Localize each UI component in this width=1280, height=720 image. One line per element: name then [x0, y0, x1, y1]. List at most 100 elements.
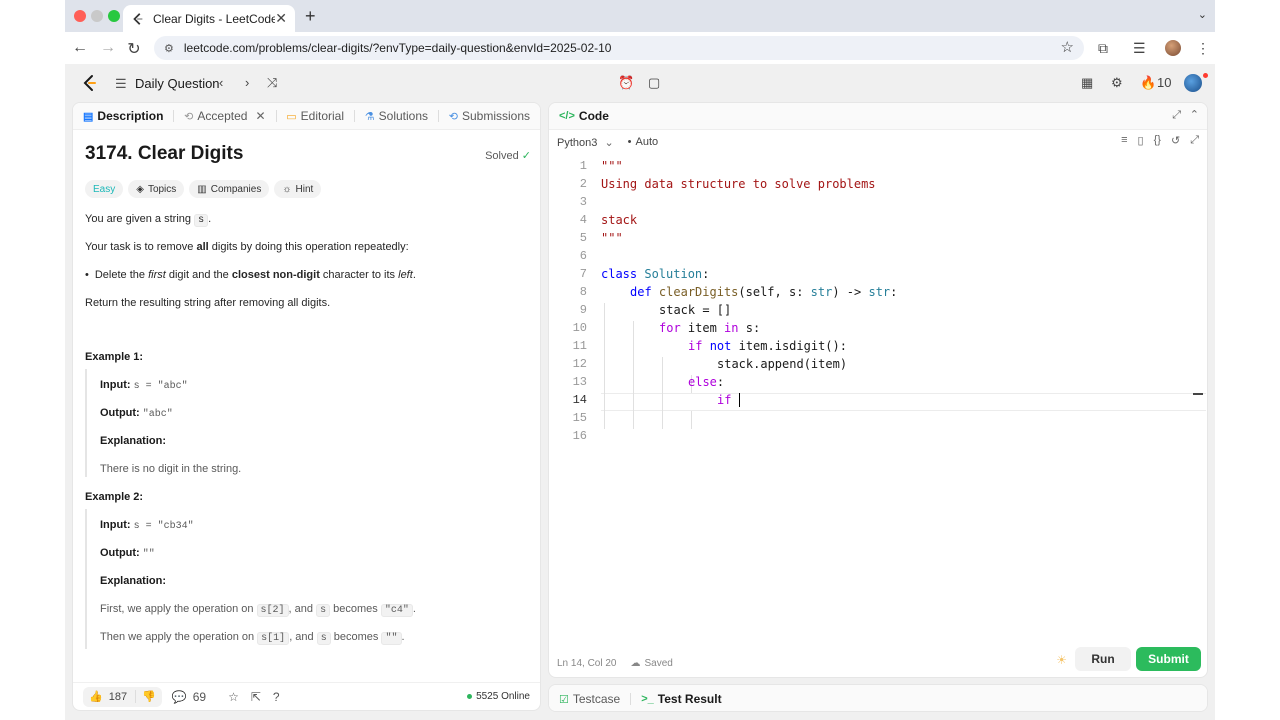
line-number: 11 [572, 339, 587, 353]
example1-input: Input: s = "abc" [100, 379, 188, 392]
forward-icon[interactable]: → [99, 39, 117, 57]
type-token: str [810, 285, 833, 299]
user-avatar[interactable] [1184, 74, 1202, 92]
output-label: Output: [100, 547, 140, 559]
bookmark-icon[interactable]: ▯ [1138, 134, 1144, 147]
settings-gear-icon[interactable]: ⚙ [1111, 75, 1123, 91]
layout-icon[interactable]: ▦ [1081, 75, 1093, 91]
test-tabs: ☑ Testcase >_ Test Result [549, 685, 1207, 711]
vote-group: 👍 187 👎 [83, 686, 162, 707]
description-icon: ▤ [83, 110, 94, 123]
reset-icon[interactable]: ↺ [1171, 134, 1180, 147]
help-icon[interactable]: ? [273, 690, 280, 704]
language-selector[interactable]: Python3 ⌄ [557, 136, 614, 149]
tab-test-result[interactable]: >_ Test Result [641, 692, 721, 706]
thumbs-up-icon[interactable]: 👍 [89, 690, 103, 703]
line-number: 12 [572, 357, 587, 371]
text-token: item [680, 321, 725, 335]
hint-label: Hint [295, 183, 314, 195]
media-controls-icon[interactable]: ☰ [1133, 40, 1146, 57]
maximize-icon[interactable]: ⤢ [1172, 109, 1181, 122]
close-window-button[interactable] [74, 10, 86, 22]
favorite-star-icon[interactable]: ☆ [228, 690, 239, 704]
tab-code-label: Code [578, 109, 609, 123]
code-line-1: """ [601, 159, 623, 173]
prev-question-icon[interactable]: ‹ [219, 75, 223, 90]
lightbulb-icon: ☼ [282, 183, 292, 195]
tab-search-icon[interactable]: ⌄ [1198, 8, 1207, 21]
submit-button[interactable]: Submit [1136, 647, 1201, 671]
site-info-icon[interactable]: ⚙ [164, 42, 174, 55]
tab-divider [173, 110, 175, 122]
tab-solutions[interactable]: ⚗ Solutions [365, 109, 428, 123]
tab-editorial[interactable]: ▭ Editorial [286, 109, 344, 123]
problem-list-icon[interactable]: ☰ [115, 76, 127, 92]
debugger-icon[interactable]: ☀ [1056, 653, 1067, 667]
bookmark-star-icon[interactable]: ☆ [1061, 38, 1074, 56]
reload-icon[interactable]: ↻ [125, 39, 143, 59]
tab-description[interactable]: ▤ Description [83, 109, 163, 123]
close-accepted-tab-icon[interactable]: ✕ [255, 109, 265, 123]
profile-avatar[interactable] [1165, 40, 1181, 56]
share-icon[interactable]: ⇱ [251, 690, 261, 704]
tab-strip: Clear Digits - LeetCode ✕ + ⌄ [65, 0, 1215, 32]
minimize-window-button[interactable] [91, 10, 103, 22]
saved-label: Saved [644, 658, 673, 669]
address-bar[interactable]: ⚙ leetcode.com/problems/clear-digits/?en… [154, 36, 1084, 60]
browser-menu-icon[interactable]: ⋮ [1196, 40, 1210, 57]
difficulty-badge: Easy [85, 180, 124, 198]
text: becomes [330, 603, 381, 615]
companies-button[interactable]: ▥ Companies [189, 180, 270, 198]
tab-testcase[interactable]: ☑ Testcase [559, 692, 620, 706]
topics-button[interactable]: ◈ Topics [128, 180, 185, 198]
output-label: Output: [100, 407, 140, 419]
auto-mode-toggle[interactable]: • Auto [628, 136, 659, 148]
fullscreen-icon[interactable]: ⤢ [1190, 134, 1199, 147]
thumbs-down-icon[interactable]: 👎 [135, 690, 156, 703]
problem-title[interactable]: 3174. Clear Digits [85, 143, 531, 165]
text: becomes [330, 631, 382, 643]
run-button[interactable]: Run [1075, 647, 1131, 671]
input-label: Input: [100, 379, 131, 391]
class-token: Solution [644, 267, 703, 281]
like-count[interactable]: 187 [109, 691, 127, 703]
browser-tab[interactable]: Clear Digits - LeetCode ✕ [123, 5, 295, 32]
tab-code[interactable]: </> Code [559, 109, 609, 123]
comment-icon[interactable]: 💬 [172, 690, 187, 704]
tab-submissions[interactable]: ⟲ Submissions [449, 109, 530, 123]
random-question-icon[interactable]: ⤨ [267, 75, 277, 91]
extensions-icon[interactable]: ⧉ [1098, 40, 1108, 57]
new-tab-button[interactable]: + [305, 6, 316, 27]
notes-icon[interactable]: ▢ [648, 75, 660, 91]
inline-code: "c4" [380, 604, 413, 617]
back-icon[interactable]: ← [71, 39, 89, 57]
format-icon[interactable]: ≡ [1121, 134, 1127, 147]
example2-explanation-line2: Then we apply the operation on s[1], and… [100, 631, 405, 645]
hint-button[interactable]: ☼ Hint [274, 180, 322, 198]
braces-icon[interactable]: {} [1154, 134, 1161, 147]
text-cursor: ​ [738, 393, 740, 407]
leetcode-logo-icon[interactable] [81, 74, 97, 92]
tab-solutions-label: Solutions [378, 109, 429, 123]
next-question-icon[interactable]: › [245, 75, 249, 90]
line-number: 8 [579, 285, 587, 299]
tab-divider [630, 693, 632, 705]
accepted-icon: ⟲ [184, 110, 194, 123]
indent-guide [691, 411, 692, 429]
maximize-window-button[interactable] [108, 10, 120, 22]
language-label: Python3 [557, 136, 598, 149]
timer-icon[interactable]: ⏰ [618, 75, 634, 91]
collapse-icon[interactable]: ⌃ [1190, 108, 1199, 121]
daily-question-link[interactable]: Daily Question [135, 76, 220, 91]
topics-label: Topics [147, 183, 177, 195]
tab-accepted[interactable]: ⟲ Accepted ✕ [184, 109, 265, 123]
building-icon: ▥ [197, 183, 207, 195]
close-tab-icon[interactable]: ✕ [275, 10, 287, 27]
comment-count[interactable]: 69 [193, 690, 206, 704]
type-token: str [868, 285, 891, 299]
tab-testcase-label: Testcase [572, 692, 621, 706]
solved-label: Solved [485, 150, 519, 162]
text-token: (self, s: [738, 285, 811, 299]
example2-output: Output: "" [100, 547, 155, 560]
streak-count[interactable]: 10 [1157, 75, 1171, 90]
